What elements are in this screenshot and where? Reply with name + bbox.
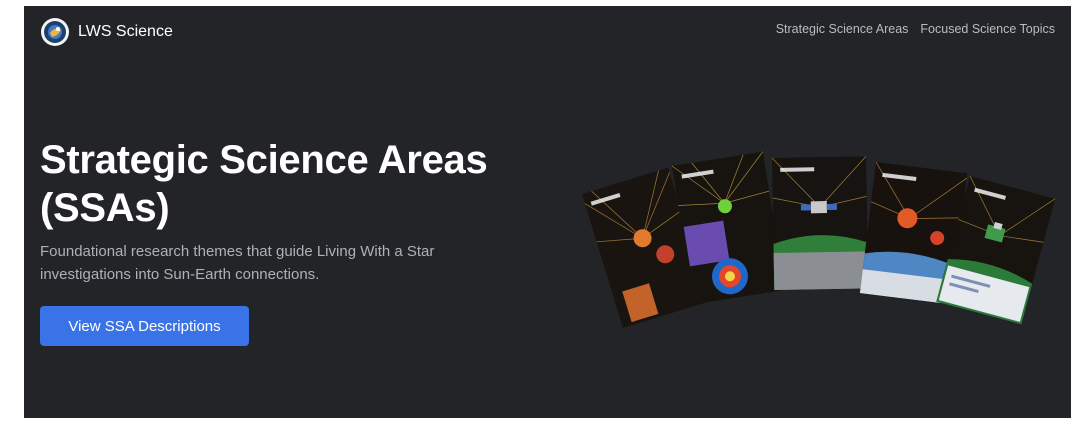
ssa-cover-fan-image (582, 151, 1056, 328)
nav-links: Strategic Science Areas Focused Science … (776, 22, 1055, 36)
top-navbar: LWS Science Strategic Science Areas Focu… (24, 6, 1071, 56)
page-title: Strategic Science Areas (SSAs) (40, 138, 488, 230)
ssa-cover-3 (771, 156, 869, 290)
lws-logo-icon (41, 18, 69, 46)
view-ssa-descriptions-button[interactable]: View SSA Descriptions (40, 306, 249, 346)
hero-subtitle: Foundational research themes that guide … (40, 243, 435, 283)
brand-link[interactable]: LWS Science (40, 17, 173, 47)
nav-link-focused-science-topics[interactable]: Focused Science Topics (920, 22, 1055, 36)
nav-link-strategic-science-areas[interactable]: Strategic Science Areas (776, 22, 909, 36)
brand-name: LWS Science (78, 23, 173, 40)
hero-page: LWS Science Strategic Science Areas Focu… (24, 6, 1071, 418)
